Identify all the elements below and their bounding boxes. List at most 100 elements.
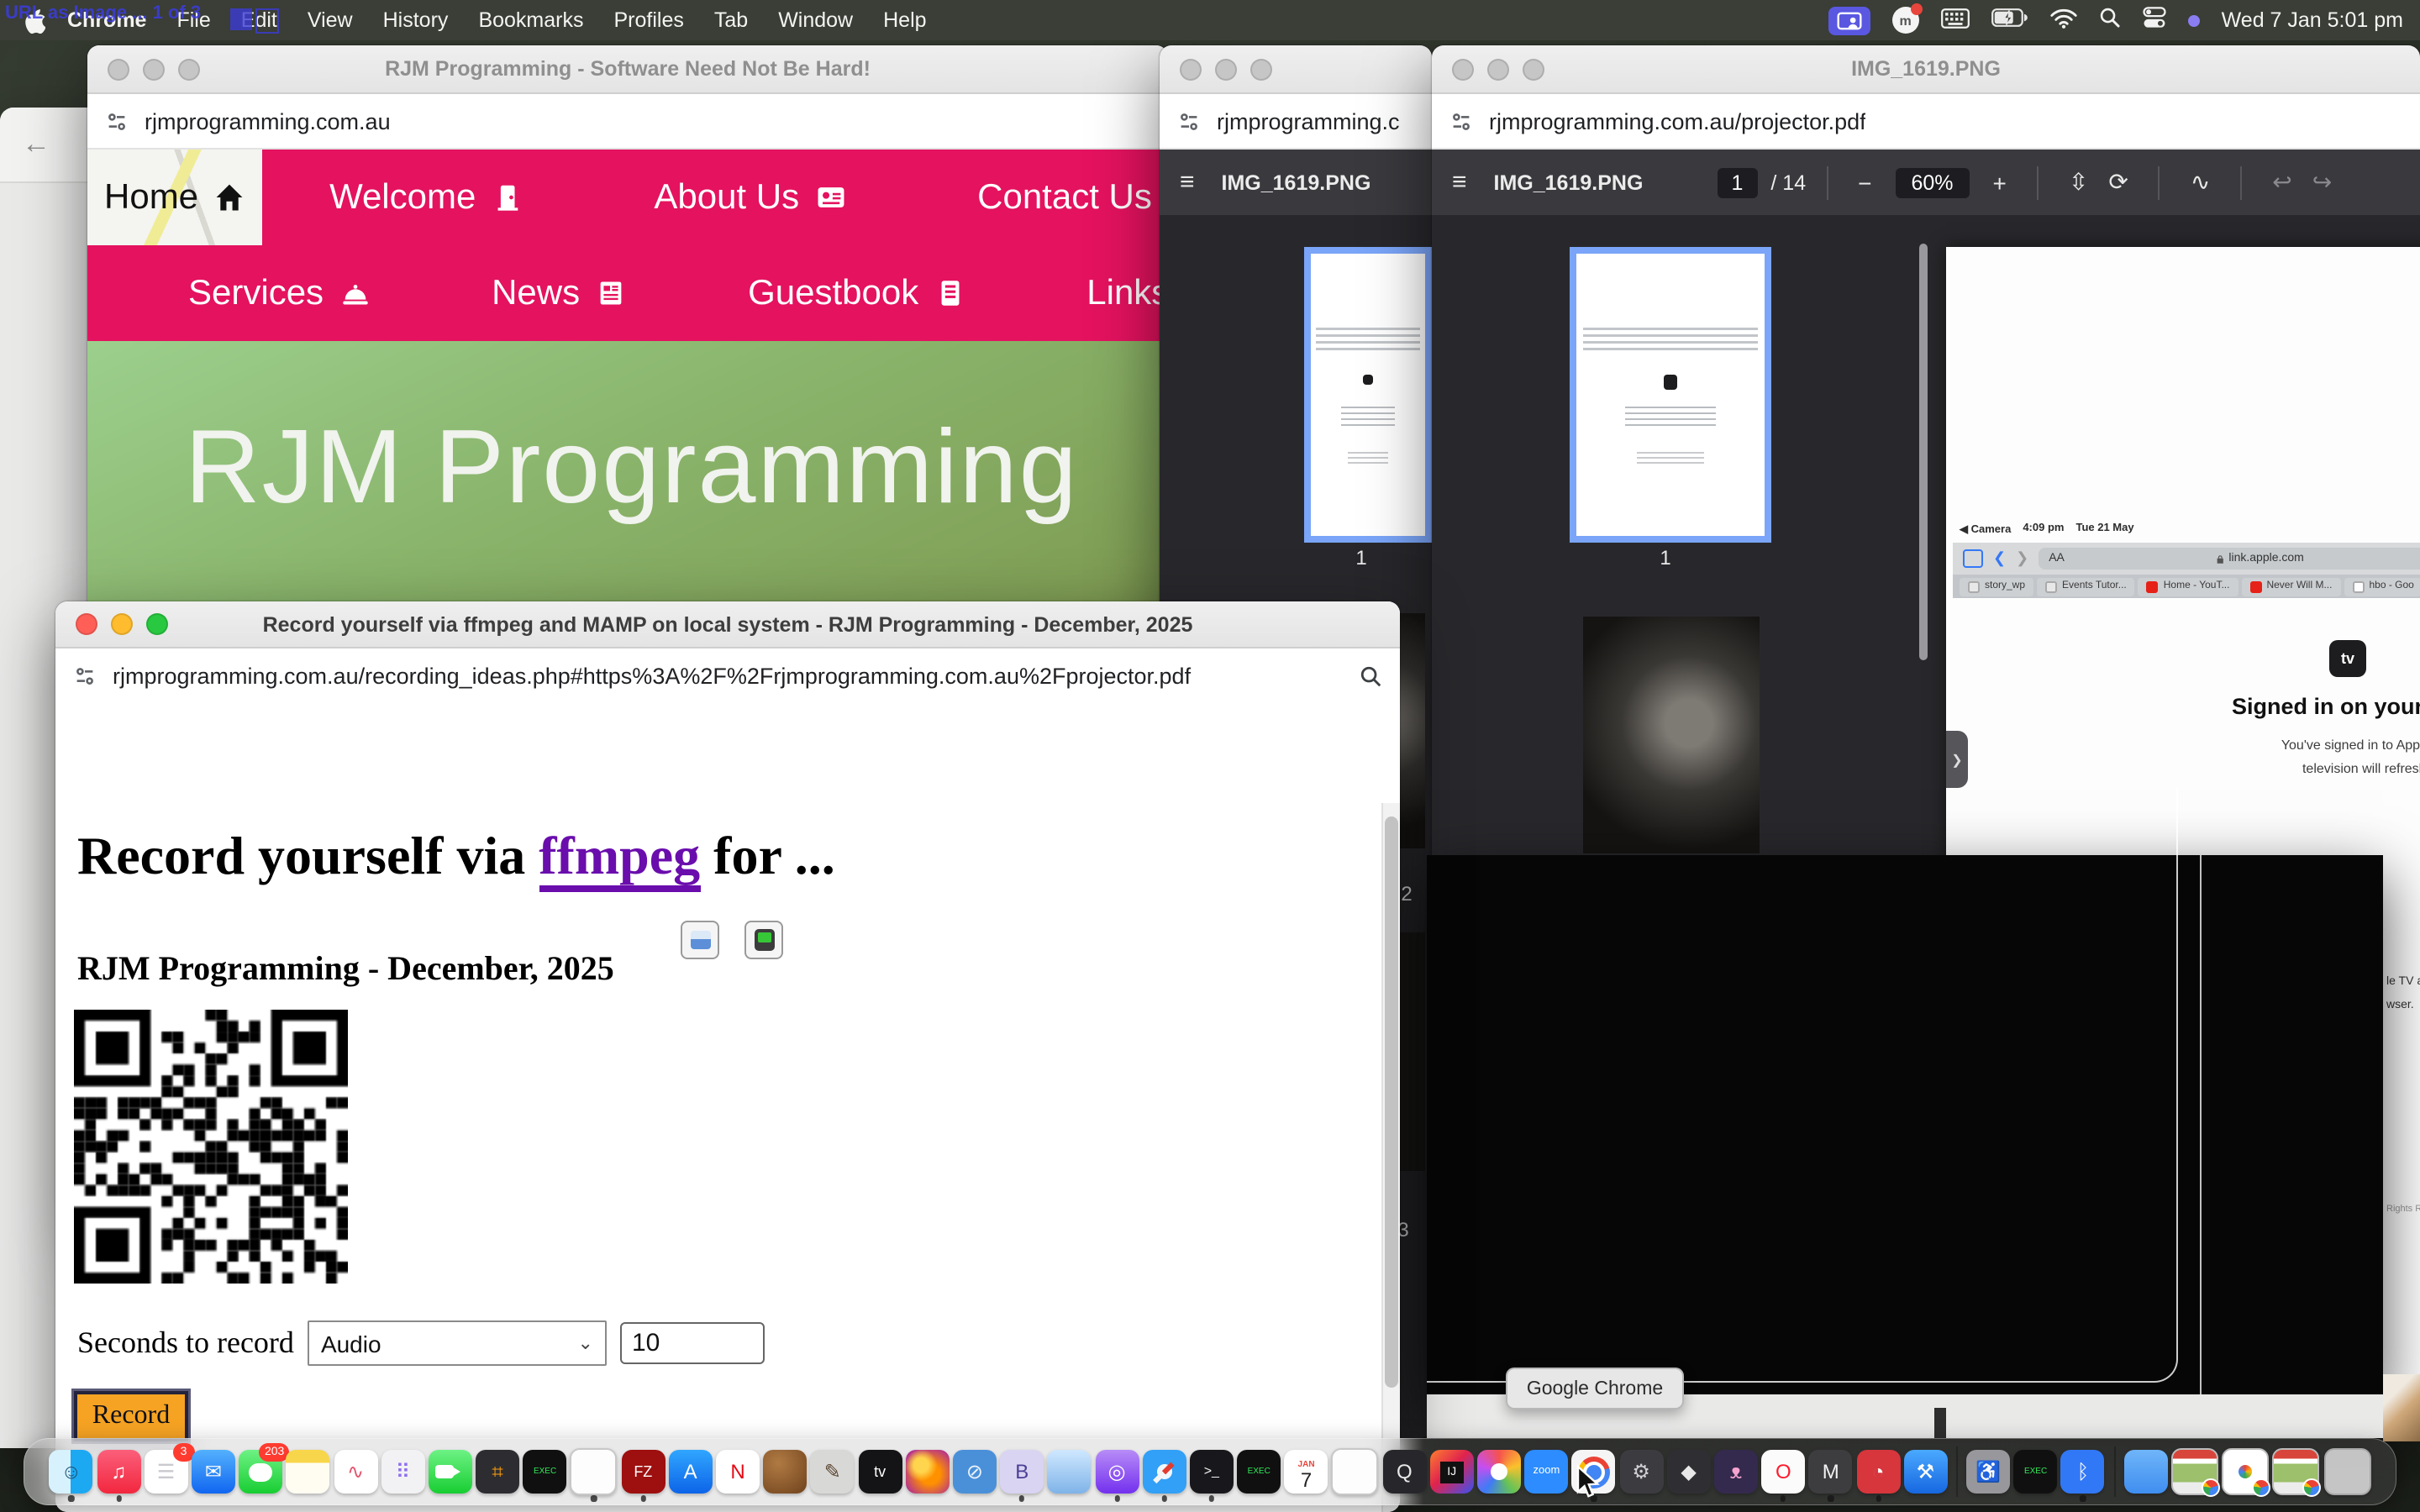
- dock-system-settings[interactable]: ⚙: [1619, 1450, 1663, 1494]
- sidebar-scrollbar[interactable]: [1919, 244, 1928, 660]
- dock-accessibility[interactable]: ♿: [1966, 1450, 2010, 1494]
- menu-icon[interactable]: ≡: [1180, 168, 1195, 197]
- zoom-out-button[interactable]: −: [1848, 169, 1881, 196]
- close-button[interactable]: [1452, 58, 1474, 80]
- redo-icon[interactable]: ↪: [2302, 168, 2342, 197]
- close-button[interactable]: [76, 613, 97, 635]
- control-center-icon[interactable]: [2143, 7, 2166, 34]
- menu-item-bookmarks[interactable]: Bookmarks: [463, 8, 598, 32]
- dock-exec-utility-3[interactable]: EXEC: [2014, 1450, 2058, 1494]
- ffmpeg-link[interactable]: ffmpeg: [539, 826, 700, 893]
- dock-palette-app[interactable]: [1477, 1450, 1521, 1494]
- projector-icon-button[interactable]: [681, 921, 719, 959]
- record-window[interactable]: Record yourself via ffmpeg and MAMP on l…: [55, 601, 1400, 1512]
- menu-clock[interactable]: Wed 7 Jan 5:01 pm: [2222, 8, 2403, 32]
- dock-freeform[interactable]: ∿: [334, 1450, 377, 1494]
- url-text[interactable]: rjmprogramming.c: [1217, 108, 1400, 134]
- window-controls[interactable]: [1452, 58, 1544, 80]
- dock-leather-app[interactable]: [763, 1450, 807, 1494]
- dock-screen-block-app[interactable]: ⊘: [953, 1450, 997, 1494]
- undo-icon[interactable]: ↩: [2262, 168, 2302, 197]
- wifi-icon[interactable]: [2050, 8, 2077, 33]
- site-settings-icon[interactable]: [104, 108, 129, 134]
- close-button[interactable]: [108, 58, 129, 80]
- dock-gimp[interactable]: ✎: [811, 1450, 855, 1494]
- dock-podcasts[interactable]: ◎: [1095, 1450, 1139, 1494]
- menu-item-window[interactable]: Window: [763, 8, 868, 32]
- record-titlebar[interactable]: Record yourself via ffmpeg and MAMP on l…: [55, 601, 1400, 648]
- dock-netflix[interactable]: N: [716, 1450, 760, 1494]
- nav-item-home[interactable]: Home: [87, 150, 262, 245]
- record-urlbar[interactable]: rjmprogramming.com.au/recording_ideas.ph…: [55, 648, 1400, 704]
- fit-page-icon[interactable]: ⇳: [2059, 168, 2098, 197]
- nav-item-guestbook[interactable]: Guestbook: [731, 273, 982, 313]
- media-type-select[interactable]: Audio ⌄: [308, 1320, 607, 1366]
- dock-launchpad[interactable]: ⠿: [381, 1450, 424, 1494]
- dock-image-app[interactable]: [1048, 1450, 1092, 1494]
- dock-calendar[interactable]: JAN7: [1285, 1450, 1328, 1494]
- dock-bbedit[interactable]: B: [1000, 1450, 1044, 1494]
- close-button[interactable]: [1180, 58, 1202, 80]
- dock-exec-utility-2[interactable]: EXEC: [1237, 1450, 1281, 1494]
- pdf-thumbnail-1[interactable]: [1570, 247, 1771, 543]
- minimize-button[interactable]: [143, 58, 165, 80]
- dock-safari[interactable]: [1142, 1450, 1186, 1494]
- menu-item-view[interactable]: View: [292, 8, 368, 32]
- battery-icon[interactable]: [1991, 8, 2028, 32]
- scrollbar-thumb[interactable]: [1385, 816, 1398, 1388]
- page-number-input[interactable]: 1: [1717, 167, 1757, 197]
- dock-opera[interactable]: O: [1761, 1450, 1805, 1494]
- menu-item-tab[interactable]: Tab: [699, 8, 763, 32]
- projector-video-window[interactable]: [1427, 855, 2383, 1394]
- dock-trash[interactable]: [2323, 1448, 2370, 1495]
- back-arrow-icon[interactable]: ←: [22, 128, 50, 161]
- menu-item-profiles[interactable]: Profiles: [599, 8, 699, 32]
- rjm-titlebar[interactable]: RJM Programming - Software Need Not Be H…: [87, 45, 1168, 94]
- dock-mamp[interactable]: M: [1809, 1450, 1853, 1494]
- search-icon[interactable]: [1358, 663, 1383, 688]
- dock-quicktime[interactable]: Q: [1382, 1450, 1426, 1494]
- notification-app-icon[interactable]: m: [1892, 7, 1919, 34]
- dock-xcode[interactable]: ⚒: [1903, 1450, 1947, 1494]
- pdf-front-urlbar[interactable]: rjmprogramming.com.au/projector.pdf: [1432, 94, 2420, 150]
- dock-speedtest[interactable]: ◔: [1856, 1450, 1900, 1494]
- seconds-input[interactable]: 10: [620, 1322, 765, 1364]
- dock-messages[interactable]: 203: [239, 1450, 282, 1494]
- record-button[interactable]: Record: [74, 1391, 188, 1441]
- dock-downloads-folder[interactable]: [2124, 1450, 2168, 1494]
- dock-terminal[interactable]: >_: [1190, 1450, 1234, 1494]
- menu-item-history[interactable]: History: [368, 8, 464, 32]
- nav-item-about-us[interactable]: About Us: [637, 177, 863, 218]
- window-controls[interactable]: [76, 613, 168, 635]
- url-text[interactable]: rjmprogramming.com.au/projector.pdf: [1489, 108, 1866, 134]
- rjm-urlbar[interactable]: rjmprogramming.com.au: [87, 94, 1168, 150]
- recorder-icon-button[interactable]: [744, 921, 783, 959]
- zoom-button[interactable]: [178, 58, 200, 80]
- site-settings-icon[interactable]: [1449, 108, 1474, 134]
- annotate-icon[interactable]: ∿: [2181, 168, 2220, 197]
- nav-item-news[interactable]: News: [475, 273, 644, 313]
- menu-icon[interactable]: ≡: [1452, 168, 1467, 197]
- minimize-button[interactable]: [111, 613, 133, 635]
- dock-textedit[interactable]: [1332, 1448, 1379, 1495]
- pdf-back-urlbar[interactable]: rjmprogramming.c: [1160, 94, 1432, 150]
- zoom-button[interactable]: [1250, 58, 1272, 80]
- keyboard-icon[interactable]: [1941, 8, 1970, 33]
- zoom-in-button[interactable]: +: [1983, 169, 2017, 196]
- window-controls[interactable]: [108, 58, 200, 80]
- dock-music[interactable]: ♫: [97, 1450, 140, 1494]
- dock-window-preview-2[interactable]: [2222, 1448, 2269, 1495]
- dock-bluetooth[interactable]: ᛒ: [2061, 1450, 2105, 1494]
- spotlight-icon[interactable]: [2099, 7, 2121, 34]
- window-controls[interactable]: [1180, 58, 1272, 80]
- url-text[interactable]: rjmprogramming.com.au: [145, 108, 391, 134]
- dock-window-preview-3[interactable]: [2273, 1448, 2320, 1495]
- pdf-back-titlebar[interactable]: [1160, 45, 1432, 94]
- scrollbar[interactable]: [1381, 803, 1400, 1512]
- dock-zoom[interactable]: zoom: [1524, 1450, 1568, 1494]
- dock-finder[interactable]: ☺: [50, 1450, 93, 1494]
- screen-mirroring-icon[interactable]: [1828, 6, 1870, 34]
- dock-cat-app[interactable]: ᴥ: [1714, 1450, 1758, 1494]
- dock-firefox[interactable]: [906, 1450, 950, 1494]
- minimize-button[interactable]: [1215, 58, 1237, 80]
